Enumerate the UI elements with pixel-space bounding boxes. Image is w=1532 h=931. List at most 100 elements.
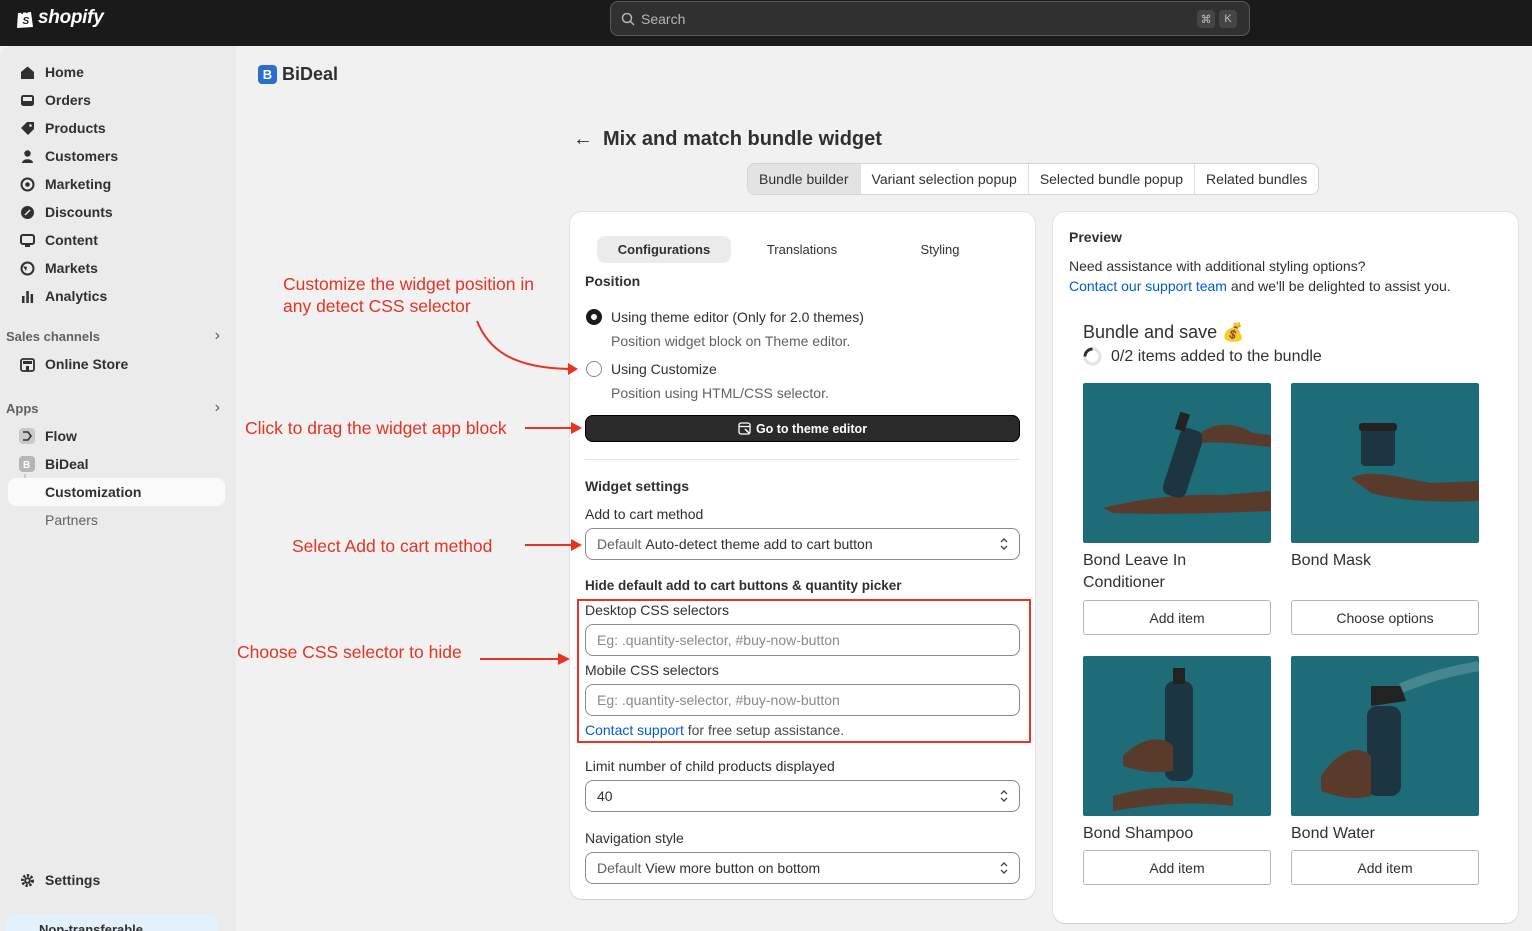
navigation-style-select[interactable]: Default View more button on bottom xyxy=(585,852,1020,884)
product-name: Bond Shampoo xyxy=(1083,825,1194,842)
annotation-arrow xyxy=(525,539,582,551)
add-to-cart-select[interactable]: Default Auto-detect theme add to cart bu… xyxy=(585,528,1020,560)
annotation-css-selector: Choose CSS selector to hide xyxy=(237,642,462,662)
product-image-bond-water[interactable] xyxy=(1291,656,1479,816)
search-input[interactable]: Search ⌘ K xyxy=(610,1,1250,36)
section-divider xyxy=(585,459,1020,460)
store-icon xyxy=(18,355,36,373)
sidebar-item-label: Orders xyxy=(45,92,91,108)
svg-text:S: S xyxy=(23,16,30,27)
sidebar-item-marketing[interactable]: Marketing xyxy=(8,170,225,198)
sidebar-item-discounts[interactable]: Discounts xyxy=(8,198,225,226)
apps-heading[interactable]: Apps › xyxy=(6,399,226,417)
product-photo xyxy=(1351,423,1479,502)
annotation-line: Customize the widget position in xyxy=(283,274,534,294)
shortcut-k-key: K xyxy=(1219,10,1237,28)
sidebar-item-label: Customers xyxy=(45,148,119,164)
sidebar-item-label: Partners xyxy=(45,512,98,528)
go-to-theme-editor-button[interactable]: Go to theme editor xyxy=(585,415,1020,442)
chevron-right-icon: › xyxy=(214,327,220,344)
button-label: Go to theme editor xyxy=(755,421,868,436)
position-heading: Position xyxy=(585,273,641,289)
segment-styling[interactable]: Styling xyxy=(873,236,1007,263)
shopify-logo[interactable]: S shopify xyxy=(16,7,104,29)
product-image-bond-leave-in[interactable] xyxy=(1083,383,1271,543)
sales-channels-heading[interactable]: Sales channels › xyxy=(6,327,226,345)
select-value: Auto-detect theme add to cart button xyxy=(645,536,873,552)
sidebar-item-orders[interactable]: Orders xyxy=(8,86,225,114)
sidebar-item-customization[interactable]: Customization xyxy=(8,478,225,506)
sidebar-item-markets[interactable]: Markets xyxy=(8,254,225,282)
sidebar-item-online-store[interactable]: Online Store xyxy=(8,350,225,378)
product-image-bond-shampoo[interactable] xyxy=(1083,656,1271,816)
select-chevron-icon xyxy=(1000,862,1008,874)
bundle-progress-text: 0/2 items added to the bundle xyxy=(1111,348,1322,365)
tag-icon xyxy=(18,119,36,137)
non-transferable-banner[interactable]: Non-transferable xyxy=(5,914,218,931)
sidebar-item-customers[interactable]: Customers xyxy=(8,142,225,170)
sidebar-item-home[interactable]: Home xyxy=(8,58,225,86)
annotation-drag: Click to drag the widget app block xyxy=(245,418,507,438)
person-icon xyxy=(18,147,36,165)
discount-icon xyxy=(18,203,36,221)
sidebar-item-flow[interactable]: Flow xyxy=(8,422,225,450)
widget-settings-heading: Widget settings xyxy=(585,478,690,494)
bundle-title: Bundle and save 💰 xyxy=(1083,322,1245,342)
limit-select[interactable]: 40 xyxy=(585,780,1020,812)
tab-variant-selection-popup[interactable]: Variant selection popup xyxy=(861,164,1029,194)
sidebar-item-label: Flow xyxy=(45,428,77,444)
app-title: B BiDeal xyxy=(258,64,338,85)
tab-selected-bundle-popup[interactable]: Selected bundle popup xyxy=(1029,164,1196,194)
radio-theme-editor-help: Position widget block on Theme editor. xyxy=(611,333,851,349)
add-item-button[interactable]: Add item xyxy=(1291,850,1479,885)
add-item-button[interactable]: Add item xyxy=(1083,600,1271,635)
theme-editor-icon xyxy=(738,422,751,435)
tab-related-bundles[interactable]: Related bundles xyxy=(1195,164,1318,194)
product-photo xyxy=(1113,668,1233,811)
radio-theme-editor[interactable] xyxy=(586,309,602,325)
sidebar-item-label: Markets xyxy=(45,260,98,276)
page-header: ← Mix and match bundle widget xyxy=(573,128,882,151)
target-icon xyxy=(18,175,36,193)
apps-label: Apps xyxy=(6,401,39,416)
segment-translations[interactable]: Translations xyxy=(735,236,869,263)
product-name: Bond Water xyxy=(1291,825,1375,842)
sidebar-item-label: Online Store xyxy=(45,356,129,372)
sidebar-item-content[interactable]: Content xyxy=(8,226,225,254)
page-title: Mix and match bundle widget xyxy=(603,128,882,150)
product-photo xyxy=(1103,411,1271,514)
sidebar-item-partners[interactable]: Partners xyxy=(8,506,225,534)
back-arrow-icon[interactable]: ← xyxy=(573,128,593,151)
sidebar-item-bideal[interactable]: B BiDeal xyxy=(8,450,225,478)
contact-support-team-link[interactable]: Contact our support team xyxy=(1069,278,1227,294)
product-name: Bond Mask xyxy=(1291,552,1372,569)
segment-configurations[interactable]: Configurations xyxy=(597,236,731,263)
hide-default-heading: Hide default add to cart buttons & quant… xyxy=(585,578,902,593)
chevron-right-icon: › xyxy=(214,399,220,416)
svg-text:B: B xyxy=(23,460,30,471)
sidebar-item-label: Analytics xyxy=(45,288,108,304)
choose-options-button[interactable]: Choose options xyxy=(1291,600,1479,635)
sidebar-item-label: BiDeal xyxy=(45,456,89,472)
sidebar-item-label: Products xyxy=(45,120,106,136)
gear-icon xyxy=(18,871,36,889)
radio-theme-editor-label[interactable]: Using theme editor (Only for 2.0 themes) xyxy=(611,309,864,325)
sidebar-item-products[interactable]: Products xyxy=(8,114,225,142)
preview-title: Preview xyxy=(1069,229,1122,245)
preview-help-line: Contact our support team and we'll be de… xyxy=(1069,278,1451,294)
sidebar-item-analytics[interactable]: Analytics xyxy=(8,282,225,310)
radio-customize[interactable] xyxy=(586,361,602,377)
annotation-arrow xyxy=(480,653,570,665)
sidebar-item-settings[interactable]: Settings xyxy=(8,866,225,894)
tab-bundle-builder[interactable]: Bundle builder xyxy=(748,164,861,194)
search-icon xyxy=(621,12,635,26)
product-image-bond-mask[interactable] xyxy=(1291,383,1479,543)
product-name: Bond Leave In Conditioner xyxy=(1083,552,1187,591)
add-item-button[interactable]: Add item xyxy=(1083,850,1271,885)
widget-tabs: Bundle builder Variant selection popup S… xyxy=(747,163,1320,195)
sidebar-item-label: Settings xyxy=(45,872,101,888)
radio-customize-label[interactable]: Using Customize xyxy=(611,361,717,377)
content-icon xyxy=(18,231,36,249)
progress-spinner-icon xyxy=(1083,347,1102,366)
flow-icon xyxy=(18,427,36,445)
